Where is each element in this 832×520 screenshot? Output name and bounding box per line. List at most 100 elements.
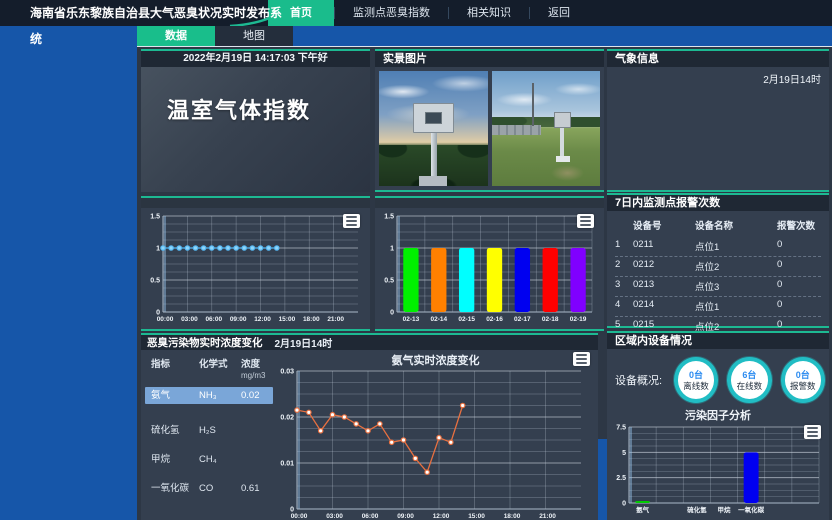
nav-item-odor-index[interactable]: 监测点恶臭指数 — [335, 0, 448, 26]
online-count: 6台 — [742, 370, 756, 381]
greeting-datetime: 2022年2月19日 14:17:03 下午好 — [141, 51, 370, 67]
stat-circle-alarm[interactable]: 0台 报警数 — [781, 357, 825, 403]
nav-item-back[interactable]: 返回 — [530, 0, 588, 26]
svg-text:02-16: 02-16 — [486, 316, 503, 323]
svg-text:03:00: 03:00 — [326, 513, 343, 520]
svg-text:7.5: 7.5 — [616, 425, 626, 432]
pollutant-body: 指标 化学式 浓度 mg/m3 氨气 NH₃ 0.02 硫化氢 H₂S — [141, 350, 598, 520]
pollutant-row-co[interactable]: 一氧化碳 CO 0.61 — [151, 480, 269, 497]
row-index: 4 — [615, 299, 633, 313]
svg-text:0: 0 — [390, 310, 394, 317]
device-id: 0213 — [633, 279, 695, 293]
pollutant-row-h2s[interactable]: 硫化氢 H₂S — [151, 422, 269, 439]
svg-text:02-17: 02-17 — [514, 316, 531, 323]
device-overview-row: 设备概况: 0台 离线数 6台 在线数 0台 报警数 — [607, 349, 829, 405]
alarm-col-index — [615, 218, 633, 232]
nav-item-knowledge[interactable]: 相关知识 — [449, 0, 529, 26]
device-id: 0211 — [633, 239, 695, 253]
svg-text:15:00: 15:00 — [279, 316, 296, 323]
alarm-table-title: 7日内监测点报警次数 — [607, 195, 829, 211]
alarm-count: 0 — [777, 299, 821, 313]
col-formula: 化学式 — [199, 356, 241, 381]
offline-count: 0台 — [689, 370, 703, 381]
photo1-monitor-base — [419, 176, 447, 186]
svg-text:0: 0 — [622, 501, 626, 508]
pollutant-formula: NH₃ — [199, 387, 241, 404]
svg-text:0.5: 0.5 — [150, 278, 160, 285]
photo1-monitor-pole — [431, 133, 437, 179]
device-status-panel: 区域内设备情况 设备概况: 0台 离线数 6台 在线数 0台 报警数 污染因子分… — [607, 331, 829, 520]
svg-text:1.5: 1.5 — [384, 214, 394, 221]
photo1-monitor-screen — [425, 112, 442, 124]
pollutant-value: 0.02 — [241, 387, 273, 404]
ammonia-line-chart: 00.010.020.0300:0003:0006:0009:0012:0015… — [273, 367, 593, 520]
device-name: 点位1 — [695, 299, 777, 313]
chart-panel-strip — [375, 198, 604, 208]
table-row[interactable]: 20212点位20 — [615, 257, 821, 277]
factor-bar-chart: 02.557.5氨气硫化氢甲烷一氧化碳 — [609, 421, 825, 517]
row-index: 2 — [615, 259, 633, 273]
ammonia-chart-title: 氨气实时浓度变化 — [273, 352, 598, 367]
svg-text:12:00: 12:00 — [254, 316, 271, 323]
device-overview-label: 设备概况: — [615, 372, 665, 388]
table-row[interactable]: 40214点位10 — [615, 297, 821, 317]
pollutant-titlebar: 恶臭污染物实时浓度变化 2月19日14时 — [141, 335, 598, 350]
alarm-col-device-id: 设备号 — [633, 218, 695, 232]
photo2-monitor-box — [554, 112, 570, 128]
chart-menu-icon[interactable] — [577, 214, 594, 228]
pollutant-panel: 恶臭污染物实时浓度变化 2月19日14时 指标 化学式 浓度 mg/m3 氨气 … — [141, 333, 598, 520]
site-photo-2[interactable] — [492, 71, 601, 186]
alarm-count: 0台 — [796, 370, 810, 381]
weather-panel: 气象信息 2月19日14时 — [607, 49, 829, 192]
svg-text:21:00: 21:00 — [539, 513, 556, 520]
app-title: 海南省乐东黎族自治县大气恶臭状况实时发布系统 — [30, 0, 284, 52]
svg-text:硫化氢: 硫化氢 — [687, 505, 707, 514]
chart-menu-icon[interactable] — [573, 352, 590, 366]
stat-circle-offline[interactable]: 0台 离线数 — [674, 357, 718, 403]
photo2-monitor-pole — [560, 127, 564, 157]
site-photo-1[interactable] — [379, 71, 488, 186]
pollutant-row-ch4[interactable]: 甲烷 CH₄ — [151, 451, 269, 468]
col-indicator: 指标 — [151, 356, 199, 381]
svg-text:甲烷: 甲烷 — [718, 505, 732, 514]
pollutant-formula: CH₄ — [199, 451, 241, 468]
pollutant-name: 硫化氢 — [151, 422, 199, 439]
svg-text:00:00: 00:00 — [291, 513, 308, 520]
svg-text:一氧化碳: 一氧化碳 — [738, 505, 765, 514]
row-index: 3 — [615, 279, 633, 293]
alarm-col-count: 报警次数 — [777, 218, 821, 232]
stat-circle-online[interactable]: 6台 在线数 — [727, 357, 771, 403]
table-row[interactable]: 10211点位10 — [615, 237, 821, 257]
pollutant-formula: CO — [199, 480, 241, 497]
alarm-label: 报警数 — [790, 381, 816, 391]
device-panel-title: 区域内设备情况 — [607, 333, 829, 349]
greenhouse-line-chart-panel: 00.511.500:0003:0006:0009:0012:0015:0018… — [141, 196, 370, 331]
pollutant-value — [241, 451, 269, 468]
greeting-headline: 温室气体指数 — [167, 93, 370, 125]
chart-menu-icon[interactable] — [343, 214, 360, 228]
svg-text:03:00: 03:00 — [181, 316, 198, 323]
pollutant-panel-time: 2月19日14时 — [275, 335, 333, 350]
svg-text:09:00: 09:00 — [230, 316, 247, 323]
photo1-monitor-box — [413, 103, 454, 133]
greeting-body: 温室气体指数 — [141, 67, 370, 192]
weather-panel-title: 气象信息 — [607, 51, 829, 67]
svg-text:1: 1 — [390, 246, 394, 253]
main-nav-menu: 首页 监测点恶臭指数 相关知识 返回 — [268, 0, 588, 26]
daily-bar-chart-panel: 00.511.502-1302-1402-1502-1602-1702-1802… — [375, 196, 604, 331]
pollutant-value — [241, 422, 269, 439]
svg-text:0.02: 0.02 — [280, 415, 294, 422]
pollutant-name: 氨气 — [151, 387, 199, 404]
svg-text:5: 5 — [622, 450, 626, 457]
svg-text:21:00: 21:00 — [327, 316, 344, 323]
dashboard-container: 2022年2月19日 14:17:03 下午好 温室气体指数 实景图片 — [137, 46, 832, 520]
pollutant-name: 甲烷 — [151, 451, 199, 468]
col-concentration-unit: mg/m3 — [241, 371, 265, 380]
pollutant-row-nh3[interactable]: 氨气 NH₃ 0.02 — [145, 387, 273, 404]
svg-text:0.01: 0.01 — [280, 461, 294, 468]
svg-text:02-15: 02-15 — [458, 316, 475, 323]
chart-menu-icon[interactable] — [804, 425, 821, 439]
table-row[interactable]: 30213点位30 — [615, 277, 821, 297]
photos-panel-title: 实景图片 — [375, 51, 604, 67]
svg-text:02-13: 02-13 — [403, 316, 420, 323]
